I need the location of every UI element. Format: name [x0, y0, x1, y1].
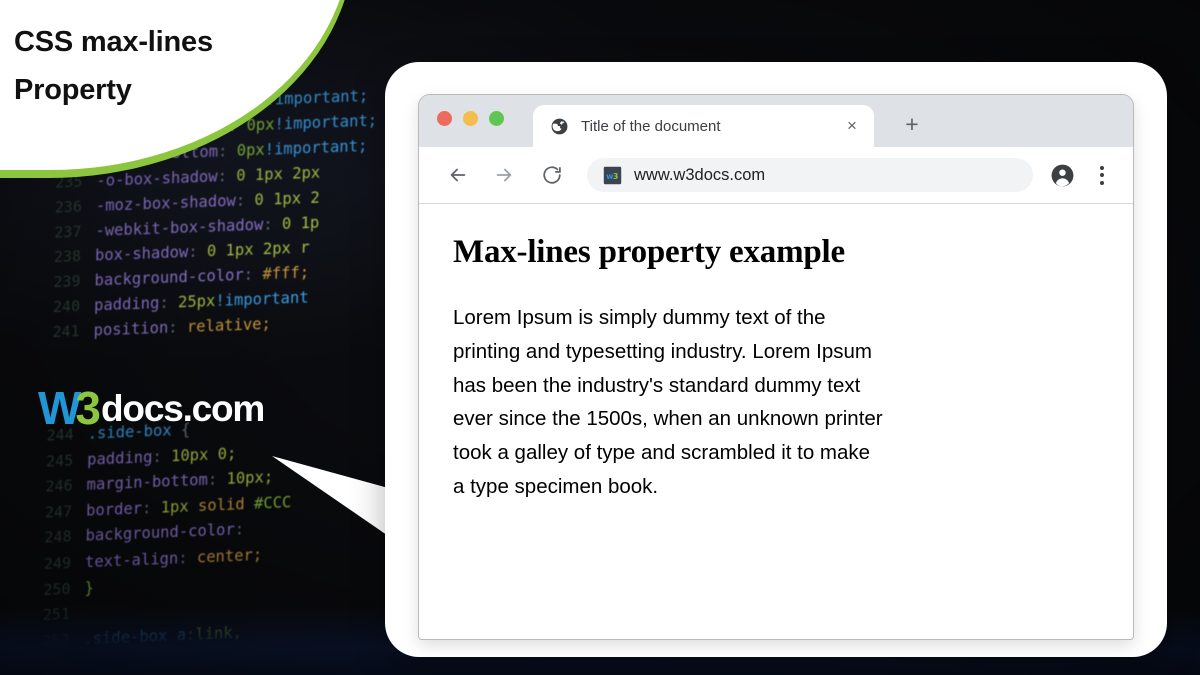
page-paragraph: Lorem Ipsum is simply dummy text of the …	[453, 306, 883, 498]
page-viewport: Max-lines property example Lorem Ipsum i…	[419, 203, 1133, 639]
forward-icon[interactable]	[485, 156, 523, 194]
window-maximize-button[interactable]	[489, 111, 504, 126]
line-number: 248	[44, 527, 72, 548]
line-number: 250	[43, 579, 71, 599]
line-number: 239	[53, 272, 81, 292]
slide-canvas: 232margin-bottom: 0px!important; 233padd…	[0, 0, 1200, 675]
window-close-button[interactable]	[437, 111, 452, 126]
line-number: 247	[44, 502, 73, 522]
browser-tab[interactable]: Title of the document ×	[533, 105, 874, 147]
reload-icon[interactable]	[533, 156, 571, 194]
line-number: 241	[52, 322, 80, 342]
toolbar-right-actions	[1045, 158, 1119, 192]
new-tab-button[interactable]: +	[897, 109, 927, 139]
browser-window: Title of the document × + w 3 www.w3docs…	[418, 94, 1134, 640]
logo-letter-w: W	[38, 382, 81, 434]
logo-text-docs-com: docs.com	[101, 387, 265, 429]
account-circle-icon[interactable]	[1045, 158, 1079, 192]
line-number: 240	[52, 297, 81, 317]
svg-text:3: 3	[613, 172, 619, 181]
code-text: }	[84, 578, 95, 597]
globe-icon	[551, 118, 568, 134]
browser-toolbar: w 3 www.w3docs.com	[419, 147, 1133, 203]
page-heading: Max-lines property example	[453, 234, 845, 270]
w3docs-logo: W 3 docs.com	[38, 382, 265, 434]
address-bar-url: www.w3docs.com	[634, 165, 766, 184]
window-traffic-lights	[437, 111, 504, 126]
back-icon[interactable]	[439, 156, 477, 194]
line-number: 236	[54, 197, 83, 217]
browser-tab-title: Title of the document	[581, 117, 721, 135]
three-dot-menu-icon[interactable]	[1085, 158, 1119, 192]
w3docs-favicon: w 3	[603, 166, 622, 184]
line-number: 237	[54, 222, 82, 242]
window-minimize-button[interactable]	[463, 111, 478, 126]
page-title: CSS max-lines Property	[14, 26, 213, 106]
line-number: 245	[45, 451, 74, 471]
logo-digit-3: 3	[75, 382, 101, 434]
line-number: 249	[43, 553, 72, 573]
line-number: 246	[45, 476, 73, 496]
browser-tab-strip: Title of the document × +	[419, 95, 1133, 147]
line-number: 238	[53, 247, 82, 267]
address-bar[interactable]: w 3 www.w3docs.com	[587, 158, 1033, 192]
close-icon[interactable]: ×	[840, 114, 864, 138]
